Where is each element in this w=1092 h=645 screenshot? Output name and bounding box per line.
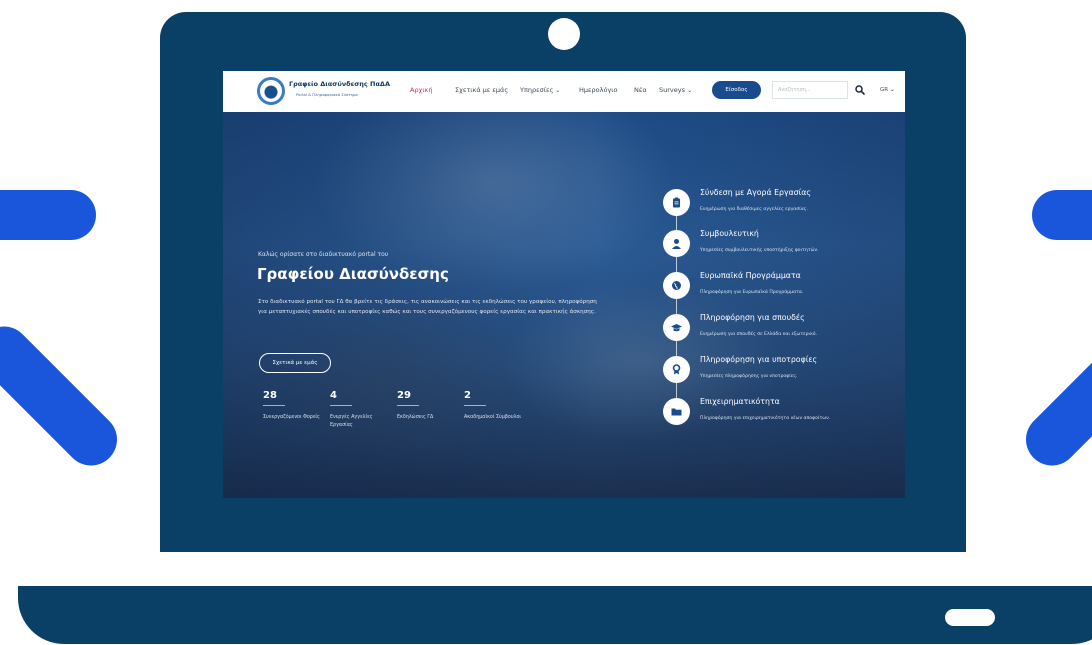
chevron-down-icon: ⌄ [889,86,895,93]
hero-welcome: Καλώς ορίσατε στο διαδικτυακό portal του [258,251,389,258]
search-input[interactable] [772,81,848,99]
service-entrepreneurship[interactable] [663,398,690,425]
service-description: Ενημέρωση για σπουδές σε Ελλάδα και εξωτ… [700,332,818,337]
decor-slash-left [0,315,128,477]
service-title[interactable]: Συμβουλευτική [700,229,759,238]
hero-title: Γραφείου Διασύνδεσης [257,265,449,283]
service-title[interactable]: Πληροφόρηση για σπουδές [700,313,805,322]
service-description: Πληροφόρηση για επιχειρηματικότητα νέων … [700,416,831,421]
nav-services-label: Υπηρεσίες [520,86,554,94]
stat-label: Εκδηλώσεις ΓΔ [397,415,434,420]
laptop-base [18,586,1092,644]
service-title[interactable]: Επιχειρηματικότητα [700,397,780,406]
chevron-down-icon: ⌄ [555,87,561,94]
language-selector[interactable]: GR ⌄ [880,86,895,93]
nav-home-label: Αρχική [410,86,433,94]
folder-icon [671,408,682,416]
clipboard-icon [673,197,680,208]
stat-value: 4 [330,390,337,401]
about-button[interactable]: Σχετικά με εμάς [259,353,331,373]
navbar: Γραφείο Διασύνδεσης ΠαΔΑ Portal & Πληροφ… [223,71,905,112]
service-title[interactable]: Σύνδεση με Αγορά Εργασίας [700,188,811,197]
webcam-icon [548,18,580,50]
graduation-cap-icon [671,324,682,332]
nav-calendar-label: Ημερολόγιο [579,86,618,94]
nav-about[interactable]: Σχετικά με εμάς [455,86,508,94]
logo-icon[interactable] [257,77,285,105]
stat-divider [397,405,419,406]
stat-divider [330,405,352,406]
service-description: Υπηρεσίες πληροφόρησης για υποτροφίες. [700,374,798,379]
stat-label: Ενεργές Αγγελίες Εργασίας [330,415,373,428]
decor-pill-right [1032,190,1092,240]
service-scholarships-info[interactable] [663,356,690,383]
website-viewport: Γραφείο Διασύνδεσης ΠαΔΑ Portal & Πληροφ… [223,71,905,498]
nav-news-label: Νέα [634,86,647,94]
service-job-market[interactable] [663,189,690,216]
service-description: Υπηρεσίες συμβουλευτικής υποστήριξης φοι… [700,248,819,253]
user-icon [672,239,681,249]
stat-label: Συνεργαζόμενοι Φορείς [263,415,320,420]
service-description: Ενημέρωση για διαθέσιμες αγγελίες εργασί… [700,207,808,212]
trackpad-notch [945,609,995,626]
brand-title[interactable]: Γραφείο Διασύνδεσης ΠαΔΑ [289,80,390,88]
service-european-programs[interactable] [663,272,690,299]
nav-surveys-label: Surveys [659,86,685,94]
decor-pill-left [0,190,96,240]
stat-divider [263,405,285,406]
language-label: GR [880,87,889,93]
decor-slash-right [1015,315,1092,477]
nav-news[interactable]: Νέα [634,86,647,94]
brand-subtitle: Portal & Πληροφοριακό Σύστημα [296,92,358,97]
nav-calendar[interactable]: Ημερολόγιο [579,86,618,94]
stat-value: 2 [464,390,471,401]
stat-value: 28 [263,390,277,401]
login-button[interactable]: Είσοδος [712,81,761,99]
stat-label: Ακαδημαϊκοί Σύμβουλοι [464,415,522,420]
search-icon[interactable] [855,85,865,95]
hero-description: Στο διαδικτυακό portal του ΓΔ θα βρείτε … [258,299,597,315]
service-title[interactable]: Πληροφόρηση για υποτροφίες [700,355,817,364]
service-studies-info[interactable] [663,314,690,341]
nav-home[interactable]: Αρχική [410,86,432,94]
nav-surveys[interactable]: Surveys ⌄ [659,86,692,94]
stat-value: 29 [397,390,411,401]
service-description: Πληροφόρηση για Ευρωπαϊκά Προγράμματα. [700,290,804,295]
nav-about-label: Σχετικά με εμάς [455,86,509,94]
stat-divider [464,405,486,406]
nav-services[interactable]: Υπηρεσίες ⌄ [520,86,560,94]
service-title[interactable]: Ευρωπαϊκά Προγράμματα [700,271,801,280]
service-counseling[interactable] [663,230,690,257]
globe-icon [672,281,681,290]
award-icon [672,364,681,375]
chevron-down-icon: ⌄ [687,87,693,94]
